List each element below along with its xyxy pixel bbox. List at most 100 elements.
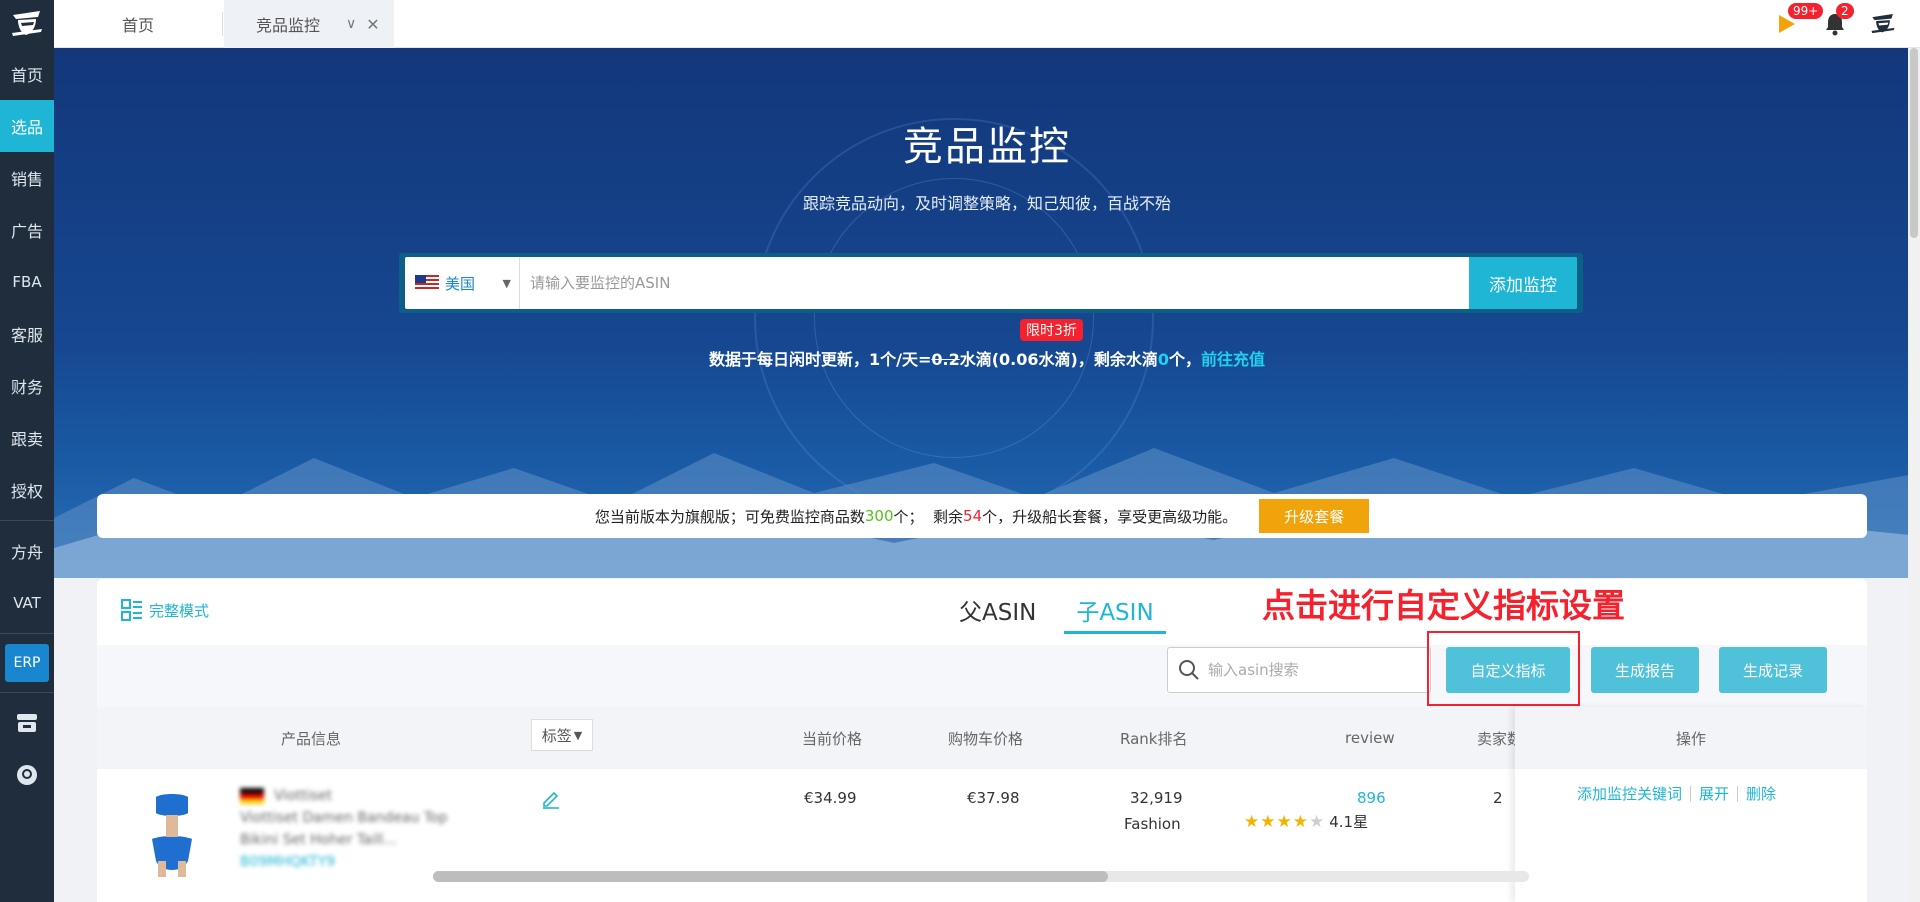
sidebar-item-service[interactable]: 客服	[0, 308, 54, 360]
asin-search-input[interactable]	[1208, 661, 1408, 679]
full-mode-toggle[interactable]: 完整模式	[121, 599, 209, 621]
tab-home[interactable]: 首页	[54, 0, 222, 48]
tab-parent-asin[interactable]: 父ASIN	[947, 593, 1048, 634]
column-cart-price[interactable]: 购物车价格	[948, 707, 1023, 769]
sidebar-item-label: 财务	[10, 378, 43, 397]
product-image[interactable]	[142, 789, 202, 879]
add-keyword-link[interactable]: 添加监控关键词	[1577, 783, 1682, 804]
notice-text: 个； 剩余	[893, 507, 964, 526]
column-review[interactable]: review	[1345, 707, 1395, 769]
asin-add-form: 美国 ▼ 添加监控	[399, 253, 1583, 313]
sidebar-item-label: 跟卖	[10, 430, 43, 449]
column-rank[interactable]: Rank排名	[1120, 707, 1187, 769]
rank-category: Fashion	[1124, 815, 1181, 833]
de-flag-icon	[240, 788, 264, 804]
sidebar-item-finance[interactable]: 财务	[0, 360, 54, 412]
table-row: Viottiset Viottiset Damen Bandeau Top Bi…	[97, 769, 1515, 902]
row-actions: 添加监控关键词 展开 删除	[1515, 783, 1867, 804]
flag-badge: 99+	[1788, 3, 1824, 19]
sidebar-item-fba[interactable]: FBA	[0, 256, 54, 308]
sidebar-item-label: FBA	[12, 273, 42, 291]
product-info-blurred: Viottiset Viottiset Damen Bandeau Top Bi…	[240, 785, 480, 873]
mountain-background	[54, 448, 1920, 578]
sidebar-item-store[interactable]	[0, 697, 54, 749]
product-title-line[interactable]: Viottiset Damen Bandeau Top	[240, 807, 480, 829]
tab-competitor-monitor[interactable]: 竞品监控 ∨ ✕	[224, 0, 394, 48]
generate-report-button[interactable]: 生成报告	[1591, 647, 1699, 693]
sidebar-item-follow-sell[interactable]: 跟卖	[0, 412, 54, 464]
tag-filter-select[interactable]: 标签 ▼	[531, 719, 593, 751]
user-avatar[interactable]	[1870, 11, 1896, 37]
page-subtitle: 跟踪竞品动向，及时调整策略，知己知彼，百战不殆	[802, 194, 1171, 213]
old-price: 0.2	[931, 350, 960, 369]
sidebar-item-support[interactable]	[0, 749, 54, 801]
star-icon: ★	[1276, 811, 1293, 832]
sidebar-item-label: 客服	[10, 326, 43, 345]
product-asin[interactable]: B09MHQKTY9	[240, 851, 480, 873]
scroll-thumb[interactable]	[433, 871, 1108, 882]
sidebar-item-home[interactable]: 首页	[0, 48, 54, 100]
action-divider	[1690, 785, 1692, 802]
add-monitor-button[interactable]: 添加监控	[1469, 257, 1577, 309]
sidebar-divider	[0, 633, 54, 634]
info-text: 数据于每日闲时更新，1个/天=	[708, 350, 932, 369]
info-text: 水滴(0.06水滴)，剩余水滴	[959, 350, 1158, 369]
rating-label: 4.1星	[1329, 813, 1369, 831]
rating: ★★★★★ 4.1星	[1244, 811, 1368, 832]
delete-link[interactable]: 删除	[1746, 783, 1776, 804]
asin-search	[1167, 647, 1431, 693]
sidebar-divider	[0, 692, 54, 693]
chevron-down-icon[interactable]: ∨	[346, 16, 356, 32]
tab-label: 首页	[121, 16, 154, 35]
product-title-line[interactable]: Bikini Set Hoher Taill...	[240, 829, 480, 851]
bell-badge: 2	[1836, 3, 1854, 19]
product-brand: Viottiset	[274, 788, 332, 804]
notice-text: 您当前版本为旗舰版；可免费监控商品数	[594, 507, 865, 526]
tab-label: 竞品监控	[256, 16, 321, 35]
sidebar-item-ark[interactable]: 方舟	[0, 525, 54, 577]
actions-column: 操作 添加监控关键词 展开 删除	[1515, 707, 1867, 902]
sidebar-item-vat[interactable]: VAT	[0, 577, 54, 629]
cart-price-value: €37.98	[967, 789, 1020, 807]
bell-notification[interactable]: 2	[1822, 3, 1854, 37]
vertical-scrollbar[interactable]	[1908, 48, 1920, 902]
column-actions: 操作	[1515, 707, 1867, 769]
close-icon[interactable]: ✕	[366, 15, 379, 34]
horizontal-scrollbar[interactable]	[433, 871, 1529, 882]
top-right-actions: 99+ 2	[1774, 0, 1896, 48]
recharge-link[interactable]: 前往充值	[1201, 350, 1265, 369]
generate-records-button[interactable]: 生成记录	[1719, 647, 1827, 693]
rating-stars: ★★★★★	[1244, 812, 1325, 832]
remaining-count: 54	[963, 507, 983, 525]
asin-input[interactable]	[520, 257, 1469, 309]
grid-list-icon	[121, 599, 142, 621]
caret-down-icon: ▼	[502, 276, 511, 290]
review-count[interactable]: 896	[1357, 789, 1386, 807]
upgrade-plan-button[interactable]: 升级套餐	[1259, 499, 1370, 533]
remaining-drops: 0	[1157, 350, 1169, 369]
avatar-icon	[1871, 14, 1895, 34]
pirate-logo-icon	[12, 11, 42, 36]
sidebar-item-sales[interactable]: 销售	[0, 152, 54, 204]
edit-pencil-icon[interactable]	[540, 787, 562, 809]
tab-divider	[222, 12, 223, 36]
asin-tabs: 父ASIN 子ASIN	[947, 593, 1166, 634]
sidebar-erp-label: ERP	[13, 655, 41, 671]
sidebar-item-authorize[interactable]: 授权	[0, 464, 54, 516]
country-label: 美国	[445, 274, 476, 293]
flag-notification[interactable]: 99+	[1774, 3, 1824, 37]
sidebar-item-ads[interactable]: 广告	[0, 204, 54, 256]
column-current-price[interactable]: 当前价格	[802, 707, 862, 769]
sidebar-item-selection[interactable]: 选品	[0, 100, 54, 152]
sidebar-item-erp[interactable]: ERP	[5, 644, 49, 682]
tab-child-asin[interactable]: 子ASIN	[1064, 593, 1166, 634]
rank-value: 32,919	[1130, 789, 1183, 807]
app-logo[interactable]	[0, 0, 54, 48]
country-select[interactable]: 美国 ▼	[405, 257, 520, 309]
sidebar-item-label: 方舟	[10, 543, 43, 562]
scroll-thumb[interactable]	[1910, 48, 1918, 238]
tag-label: 标签	[541, 726, 572, 745]
expand-link[interactable]: 展开	[1699, 783, 1729, 804]
sidebar-item-label: 授权	[10, 482, 43, 501]
discount-badge: 限时3折	[1020, 319, 1083, 341]
